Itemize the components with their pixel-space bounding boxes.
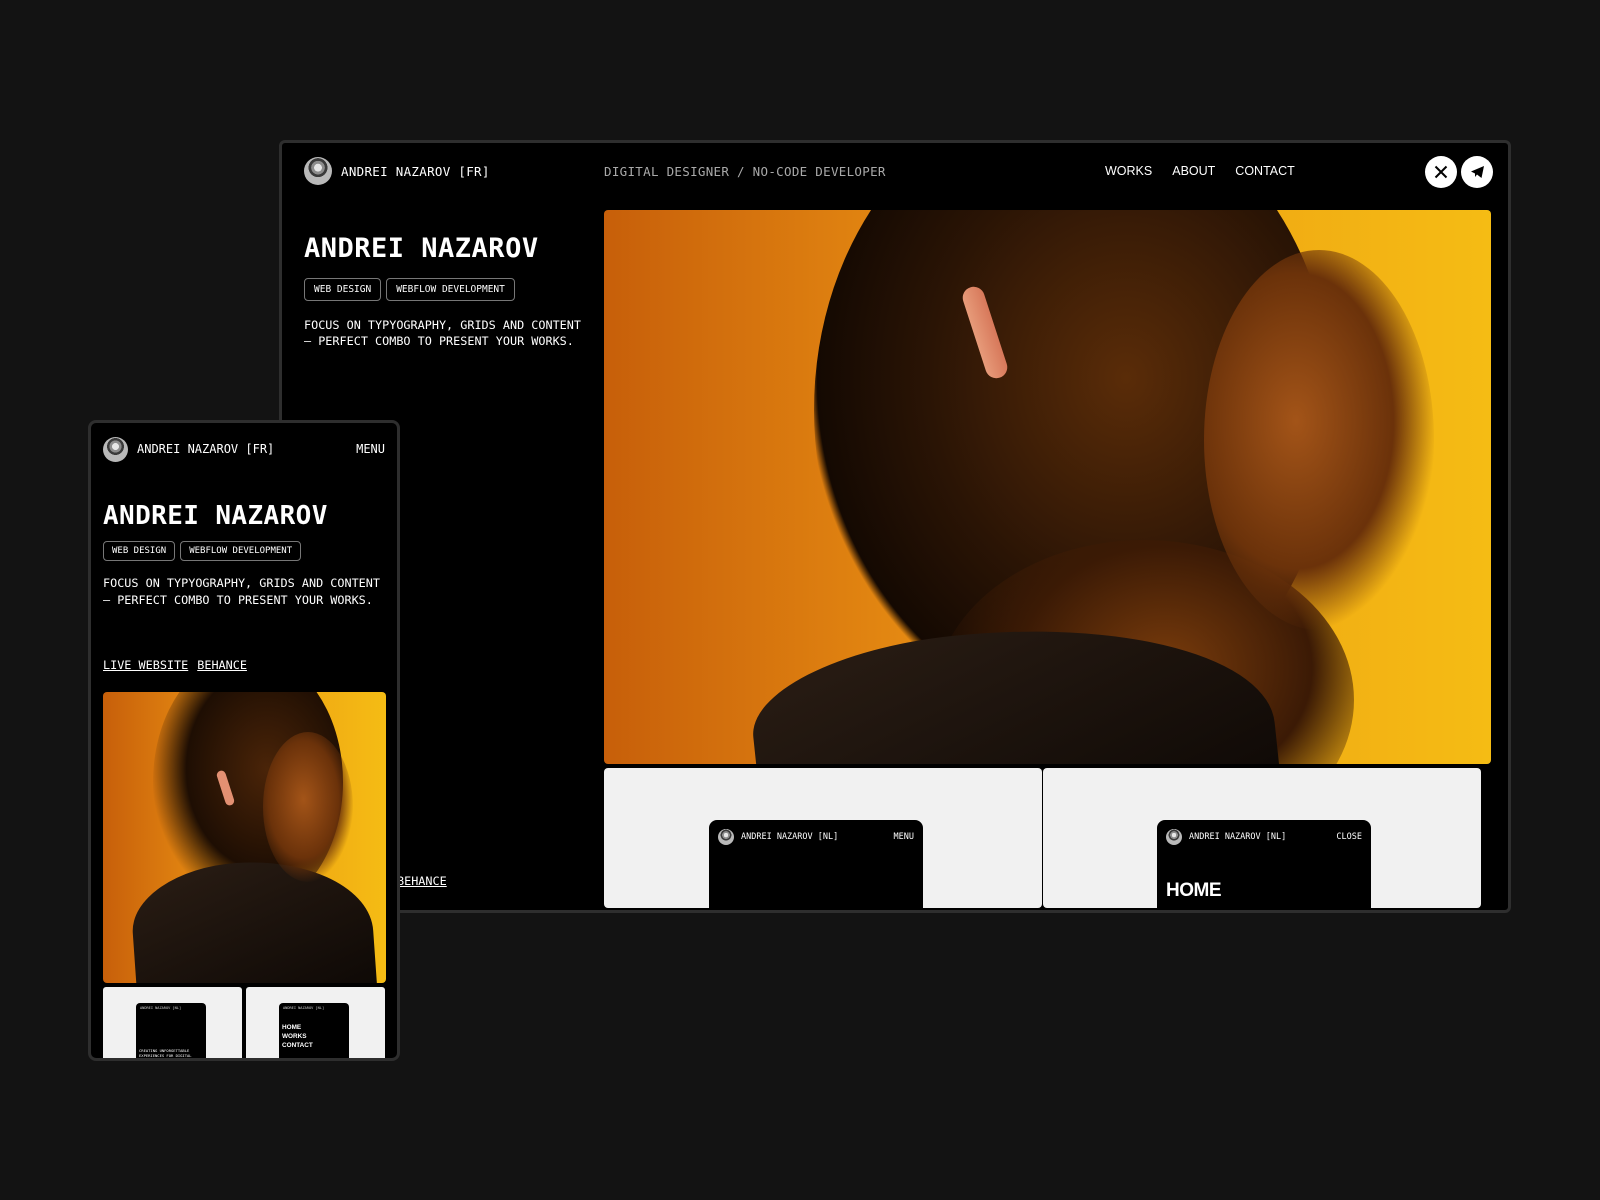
telegram-icon xyxy=(1470,166,1484,178)
desktop-navbar: ANDREI NAZAROV [FR] DIGITAL DESIGNER / N… xyxy=(282,143,1508,203)
work-preview-card[interactable]: ANDREI NAZAROV [NL] HOME WORKS CONTACT xyxy=(246,987,385,1058)
preview-screen: ANDREI NAZAROV [NL] CREATING UNFORGETTAB… xyxy=(136,1003,206,1061)
nav-link-works[interactable]: WORKS xyxy=(1105,164,1152,178)
work-preview-card[interactable]: ANDREI NAZAROV [NL] MENU xyxy=(604,768,1042,908)
desktop-frame: ANDREI NAZAROV [FR] DIGITAL DESIGNER / N… xyxy=(279,140,1511,913)
tag-list: WEB DESIGN WEBFLOW DEVELOPMENT xyxy=(103,541,302,561)
avatar xyxy=(103,437,128,462)
preview-topbar: ANDREI NAZAROV [NL] xyxy=(140,1006,182,1010)
preview-screen: ANDREI NAZAROV [NL] HOME WORKS CONTACT xyxy=(279,1003,349,1058)
x-social-button[interactable] xyxy=(1425,156,1457,188)
preview-brand: ANDREI NAZAROV [NL] xyxy=(741,832,839,842)
hero-image xyxy=(103,692,386,983)
menu-button[interactable]: MENU xyxy=(356,442,385,456)
hero-image xyxy=(604,210,1491,764)
work-preview-card[interactable]: ANDREI NAZAROV [NL] CREATING UNFORGETTAB… xyxy=(103,987,242,1061)
telegram-social-button[interactable] xyxy=(1461,156,1493,188)
tag-webflow-development: WEBFLOW DEVELOPMENT xyxy=(386,278,515,301)
preview-nav-works: WORKS xyxy=(282,1033,307,1040)
preview-screen: ANDREI NAZAROV [NL] CLOSE HOME xyxy=(1157,820,1371,908)
hero-face xyxy=(263,732,353,882)
behance-link[interactable]: BEHANCE xyxy=(197,658,247,672)
page-title: ANDREI NAZAROV xyxy=(103,501,328,531)
tag-list: WEB DESIGN WEBFLOW DEVELOPMENT xyxy=(304,278,515,301)
hero-face xyxy=(1204,250,1434,630)
work-preview-card[interactable]: ANDREI NAZAROV [NL] CLOSE HOME xyxy=(1043,768,1481,908)
live-website-link[interactable]: LIVE WEBSITE xyxy=(103,658,188,672)
preview-close-label: CLOSE xyxy=(1336,832,1362,842)
preview-menu-label: MENU xyxy=(893,832,914,842)
brand-name[interactable]: ANDREI NAZAROV [FR] xyxy=(137,442,274,456)
preview-tagline: CREATING UNFORGETTABLE EXPERIENCES FOR D… xyxy=(139,1048,192,1061)
project-links: LIVE WEBSITE BEHANCE xyxy=(103,658,247,672)
avatar xyxy=(1166,829,1182,845)
description: FOCUS ON TYPYOGRAPHY, GRIDS AND CONTENT … xyxy=(304,318,581,348)
preview-nav-contact: CONTACT xyxy=(282,1042,313,1049)
x-icon xyxy=(1434,165,1448,179)
nav-link-contact[interactable]: CONTACT xyxy=(1235,164,1295,178)
avatar xyxy=(718,829,734,845)
tag-web-design: WEB DESIGN xyxy=(304,278,382,301)
mobile-frame: ANDREI NAZAROV [FR] MENU ANDREI NAZAROV … xyxy=(88,420,400,1061)
preview-screen: ANDREI NAZAROV [NL] MENU xyxy=(709,820,923,908)
brand-name[interactable]: ANDREI NAZAROV [FR] xyxy=(341,164,490,179)
behance-link[interactable]: BEHANCE xyxy=(397,874,447,888)
description: FOCUS ON TYPYOGRAPHY, GRIDS AND CONTENT … xyxy=(103,576,380,607)
tag-web-design: WEB DESIGN xyxy=(103,541,176,561)
hero-jacket xyxy=(128,853,378,983)
avatar xyxy=(304,157,332,185)
preview-home-heading: HOME xyxy=(1166,880,1222,901)
preview-topbar: ANDREI NAZAROV [NL] xyxy=(283,1006,325,1010)
preview-nav: HOME WORKS CONTACT xyxy=(282,1023,313,1050)
preview-brand: ANDREI NAZAROV [NL] xyxy=(1189,832,1287,842)
tag-webflow-development: WEBFLOW DEVELOPMENT xyxy=(180,541,302,561)
main-nav: WORKS ABOUT CONTACT xyxy=(1105,164,1295,178)
page-title: ANDREI NAZAROV xyxy=(304,233,539,264)
nav-link-about[interactable]: ABOUT xyxy=(1172,164,1215,178)
preview-nav-home: HOME xyxy=(282,1024,302,1031)
role-text: DIGITAL DESIGNER / NO-CODE DEVELOPER xyxy=(604,164,886,179)
